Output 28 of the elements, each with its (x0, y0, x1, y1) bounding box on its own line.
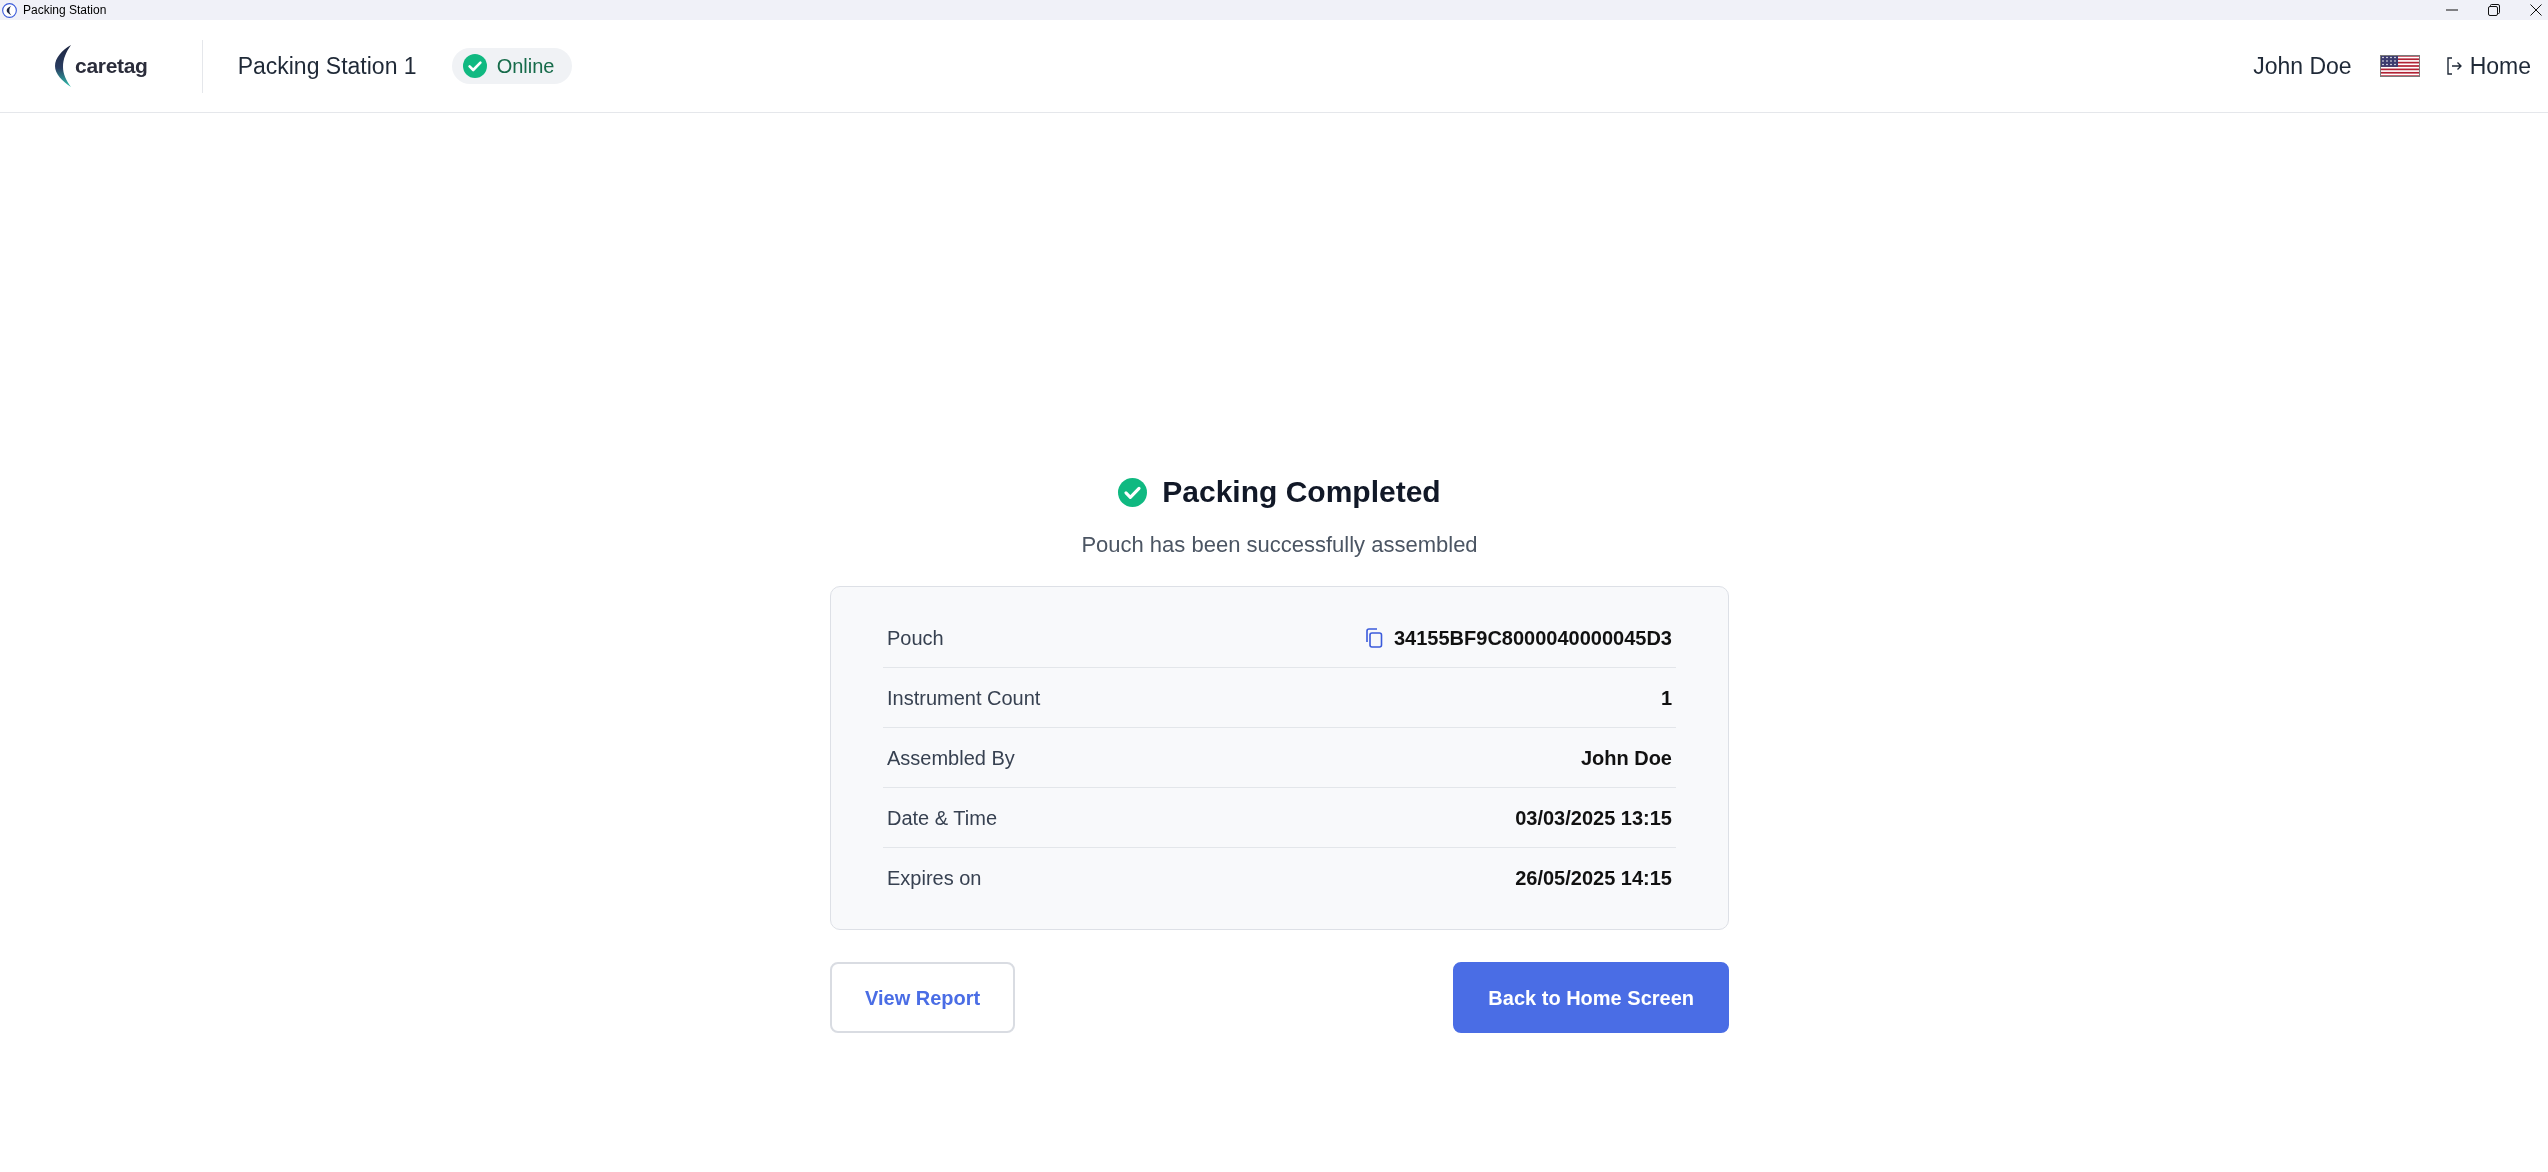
window-title: Packing Station (23, 3, 107, 17)
detail-value: John Doe (1580, 745, 1672, 770)
detail-label: Expires on (887, 866, 982, 890)
detail-label: Assembled By (887, 745, 1015, 770)
flag-icon[interactable] (2379, 55, 2420, 77)
result-title: Packing Completed (1162, 474, 1441, 510)
user-name: John Doe (2253, 52, 2352, 80)
detail-value: 26/05/2025 14:15 (1515, 866, 1672, 890)
copy-icon[interactable] (1365, 627, 1383, 648)
close-icon[interactable] (2530, 4, 2542, 16)
back-home-button[interactable]: Back to Home Screen (1453, 962, 1729, 1033)
detail-value: 1 (1660, 685, 1672, 710)
home-link[interactable]: Home (2445, 52, 2531, 80)
app-icon (2, 2, 17, 18)
status-label: Online (496, 54, 555, 78)
restore-icon[interactable] (2488, 4, 2500, 16)
detail-label: Instrument Count (887, 685, 1041, 710)
check-circle-icon (1118, 477, 1148, 507)
result-subtitle: Pouch has been successfully assembled (1081, 531, 1478, 559)
view-report-button[interactable]: View Report (830, 962, 1016, 1033)
detail-value: 03/03/2025 13:15 (1515, 805, 1672, 830)
logo-icon (54, 45, 74, 87)
detail-label: Pouch (887, 625, 944, 650)
station-name: Packing Station 1 (237, 52, 417, 80)
exit-icon (2445, 57, 2462, 75)
detail-label: Date & Time (887, 805, 998, 830)
detail-value: 34155BF9C8000040000045D3 (1394, 625, 1672, 650)
logo-text: caretag (75, 53, 148, 79)
